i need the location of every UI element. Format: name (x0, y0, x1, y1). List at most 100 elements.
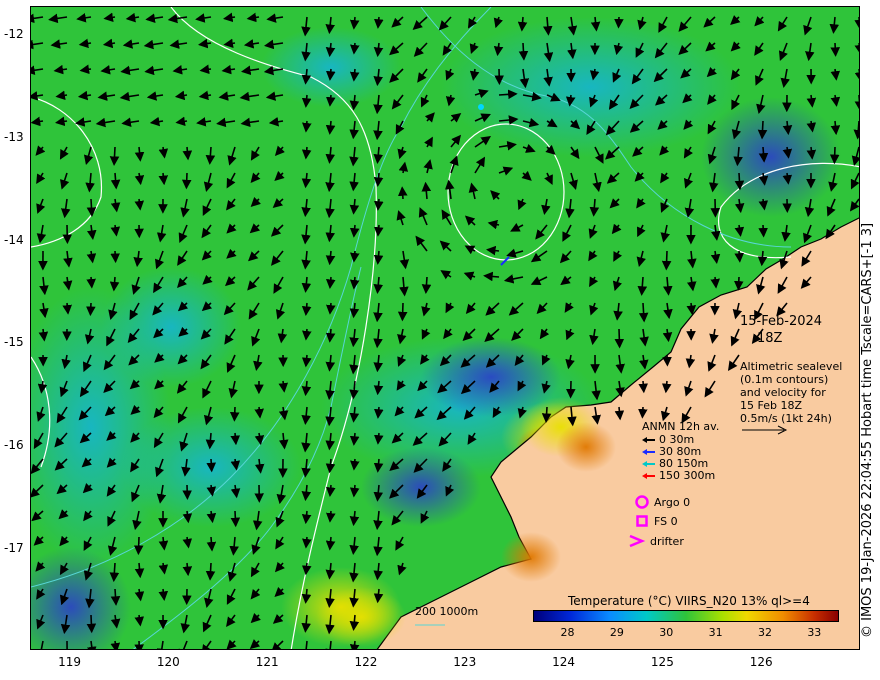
current-arrow (229, 406, 240, 422)
current-arrow (734, 250, 744, 263)
colorbar-tick-label: 30 (659, 626, 674, 639)
longitude-tick-label: 124 (552, 655, 576, 669)
altimetry-note-line: 0.5m/s (1kt 24h) (740, 412, 832, 425)
current-arrow (206, 458, 217, 473)
current-arrow (373, 198, 384, 211)
arrow-icon (642, 460, 655, 467)
latitude-tick-label: -17 (4, 541, 24, 556)
argo-label: Argo 0 (654, 495, 691, 509)
anmn-legend-label: 150 300m (659, 469, 716, 482)
current-arrow (302, 120, 312, 133)
longitude-tick-label: 123 (453, 655, 477, 669)
current-arrow (326, 302, 336, 315)
current-arrow (349, 16, 360, 30)
current-arrow (86, 614, 97, 634)
velocity-scale-arrow-icon (742, 425, 788, 435)
current-arrow (301, 562, 312, 576)
current-arrow (854, 43, 859, 55)
current-arrow (661, 250, 672, 271)
altimetry-note-line: 15 Feb 18Z (740, 399, 802, 412)
current-arrow (230, 510, 241, 528)
current-arrow (109, 276, 120, 292)
current-arrow (397, 302, 408, 322)
colorbar-tick-label: 33 (807, 626, 822, 639)
current-arrow (182, 146, 193, 161)
current-arrow (854, 95, 859, 111)
time-label: 18Z (757, 331, 783, 346)
current-arrow (758, 146, 769, 163)
altimetry-note-line: (0.1m contours) (740, 373, 829, 386)
arrow-icon (642, 472, 655, 479)
altimetry-note-line: Altimetric sealevel (740, 360, 843, 373)
current-arrow (110, 250, 120, 264)
anmn-legend-title: ANMN 12h av. (642, 420, 720, 433)
current-arrow (301, 302, 312, 316)
fs-legend-item: FS 0 (634, 513, 678, 529)
current-arrow (349, 484, 360, 498)
current-arrow (181, 172, 192, 190)
current-arrow (182, 562, 193, 577)
latitude-tick-label: -13 (4, 129, 24, 144)
current-arrow (710, 276, 720, 289)
current-arrow (757, 120, 768, 140)
current-arrow (134, 640, 144, 649)
current-arrow (86, 302, 96, 317)
current-arrow (158, 172, 169, 186)
current-arrow (374, 432, 384, 445)
current-arrow (541, 406, 552, 423)
latitude-tick-label: -16 (4, 438, 24, 453)
altimetry-note-line: and velocity for (740, 386, 826, 399)
current-arrow (62, 302, 72, 315)
current-arrow (302, 536, 312, 549)
current-arrow (349, 68, 360, 82)
current-arrow (206, 536, 217, 552)
colorbar-title: Temperature (°C) VIIRS_N20 13% ql>=4 (568, 594, 810, 608)
current-arrow (349, 224, 360, 238)
current-arrow (325, 276, 336, 289)
current-arrow (86, 276, 96, 289)
drifter-label: drifter (650, 534, 684, 548)
fs-label: FS 0 (654, 514, 678, 528)
longitude-tick-label: 122 (354, 655, 378, 669)
anmn-legend-item: 150 300m (642, 469, 715, 482)
map-canvas (31, 7, 859, 649)
current-arrow (614, 328, 625, 349)
isobath-legend: 200 1000m (415, 605, 478, 631)
current-arrow (325, 484, 336, 497)
current-arrow (350, 458, 360, 471)
current-arrow (350, 42, 360, 55)
current-arrow (301, 94, 312, 108)
current-arrow (638, 406, 648, 419)
current-arrow (614, 16, 624, 29)
current-arrow (421, 276, 432, 294)
current-arrow (638, 302, 649, 323)
current-arrow (374, 224, 384, 237)
colorbar-tick-label: 29 (609, 626, 624, 639)
current-arrow (349, 276, 360, 290)
isobath-line-icon (415, 624, 445, 626)
copyright-text: © IMOS 19-Jan-2026 22:04:55 Hobart time … (860, 222, 875, 638)
current-arrow (373, 406, 384, 419)
colorbar-tick-label: 32 (757, 626, 772, 639)
current-arrow (614, 406, 625, 421)
current-arrow (830, 42, 841, 57)
colorbar-tick-label: 28 (560, 626, 575, 639)
current-arrow (110, 588, 121, 606)
longitude-tick-label: 125 (650, 655, 674, 669)
current-arrow (854, 69, 859, 82)
current-arrow (205, 562, 216, 581)
current-arrow (829, 146, 840, 165)
current-arrow (326, 510, 336, 523)
current-arrow (301, 354, 312, 368)
current-arrow (230, 432, 241, 446)
argo-circle-icon (635, 495, 649, 509)
arrow-icon (642, 448, 655, 455)
current-arrow (397, 186, 408, 200)
longitude-tick-label: 121 (255, 655, 279, 669)
current-arrow (349, 432, 360, 446)
current-arrow (830, 120, 841, 136)
altimetry-note: Altimetric sealevel (0.1m contours) and … (740, 360, 842, 438)
latitude-tick-label: -15 (4, 335, 24, 350)
current-arrow (350, 250, 360, 263)
latitude-tick-label: -14 (4, 232, 24, 247)
